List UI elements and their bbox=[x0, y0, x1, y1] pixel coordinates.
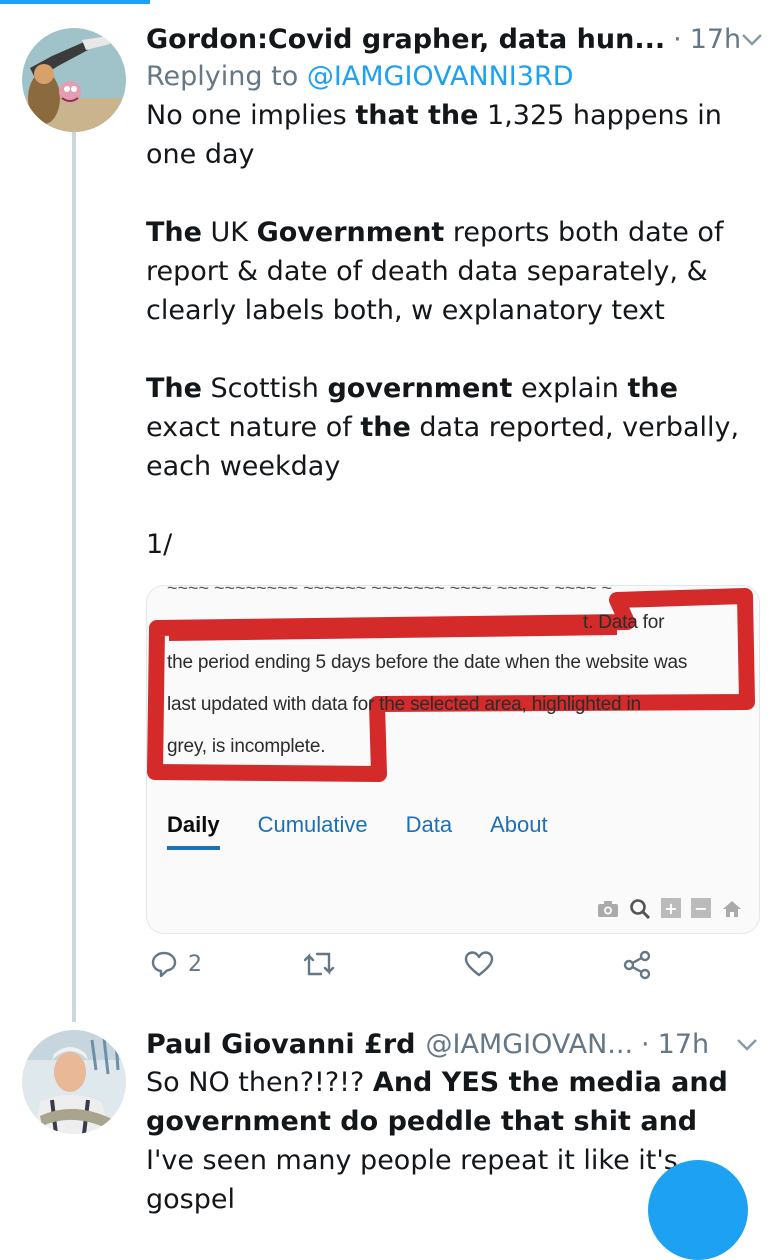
separator: · bbox=[641, 1029, 650, 1060]
home-icon bbox=[721, 898, 743, 920]
embedded-text-line: last updated with data for the selected … bbox=[167, 694, 641, 715]
tweet-header: Paul Giovanni £rd @IAMGIOVAN... · 17h bbox=[146, 1027, 761, 1063]
timestamp[interactable]: 17h bbox=[658, 1027, 709, 1063]
minus-icon: − bbox=[691, 898, 711, 918]
replying-to: Replying to @IAMGIOVANNI3RD bbox=[146, 61, 574, 92]
embedded-text-line: the period ending 5 days before the date… bbox=[167, 652, 688, 673]
tweet[interactable]: Gordon:Covid grapher, data hun... · 17h … bbox=[146, 22, 763, 564]
tweet-actions: 2 bbox=[146, 950, 666, 990]
thread-connector-line bbox=[72, 132, 76, 1022]
tweet-header: Gordon:Covid grapher, data hun... · 17h bbox=[146, 22, 763, 58]
share-icon bbox=[622, 950, 652, 980]
separator: · bbox=[673, 24, 682, 55]
retweet-icon bbox=[302, 950, 336, 978]
zoom-icon bbox=[629, 898, 651, 920]
reply-button[interactable]: 2 bbox=[150, 950, 202, 978]
embedded-image[interactable]: ~~~~ ~~~~~~~~ ~~~~~~ ~~~~~~~ ~~~~ ~~~~~ … bbox=[146, 585, 760, 934]
tab-about: About bbox=[490, 812, 548, 837]
avatar[interactable] bbox=[22, 28, 126, 132]
display-name[interactable]: Gordon:Covid grapher, data hun... bbox=[146, 22, 665, 58]
avatar[interactable] bbox=[22, 1030, 126, 1134]
timestamp[interactable]: 17h bbox=[690, 22, 741, 58]
embedded-text-line: grey, is incomplete. bbox=[167, 736, 326, 757]
chart-toolbar: + − bbox=[597, 898, 743, 920]
tab-cumulative: Cumulative bbox=[257, 812, 368, 837]
display-name[interactable]: Paul Giovanni £rd bbox=[146, 1027, 415, 1063]
like-icon bbox=[464, 950, 494, 978]
tab-daily: Daily bbox=[167, 812, 220, 850]
paragraph: 1/ bbox=[146, 529, 173, 560]
share-button[interactable] bbox=[622, 950, 652, 980]
plus-icon: + bbox=[661, 898, 681, 918]
tweet-text: No one implies that the 1,325 happens in… bbox=[146, 96, 761, 564]
replying-to-handle[interactable]: @IAMGIOVANNI3RD bbox=[307, 61, 574, 92]
paragraph: No one implies that the 1,325 happens in… bbox=[146, 100, 722, 170]
chevron-down-icon[interactable] bbox=[733, 1031, 761, 1059]
handle[interactable]: @IAMGIOVAN... bbox=[425, 1027, 633, 1063]
compose-button[interactable] bbox=[648, 1160, 748, 1260]
embedded-tabs: Daily Cumulative Data About bbox=[167, 812, 548, 850]
reply-count: 2 bbox=[188, 951, 202, 977]
red-highlight-scribble bbox=[147, 588, 755, 782]
camera-icon bbox=[597, 898, 619, 920]
paragraph: The Scottish government explain the exac… bbox=[146, 373, 740, 482]
top-accent-bar bbox=[0, 0, 150, 4]
tab-data: Data bbox=[405, 812, 453, 837]
chevron-down-icon[interactable] bbox=[741, 26, 763, 54]
embedded-text-line: t. Data for bbox=[583, 612, 665, 633]
like-button[interactable] bbox=[464, 950, 494, 978]
reply-icon bbox=[150, 950, 178, 978]
paragraph: The UK Government reports both date of r… bbox=[146, 217, 724, 326]
retweet-button[interactable] bbox=[302, 950, 336, 978]
